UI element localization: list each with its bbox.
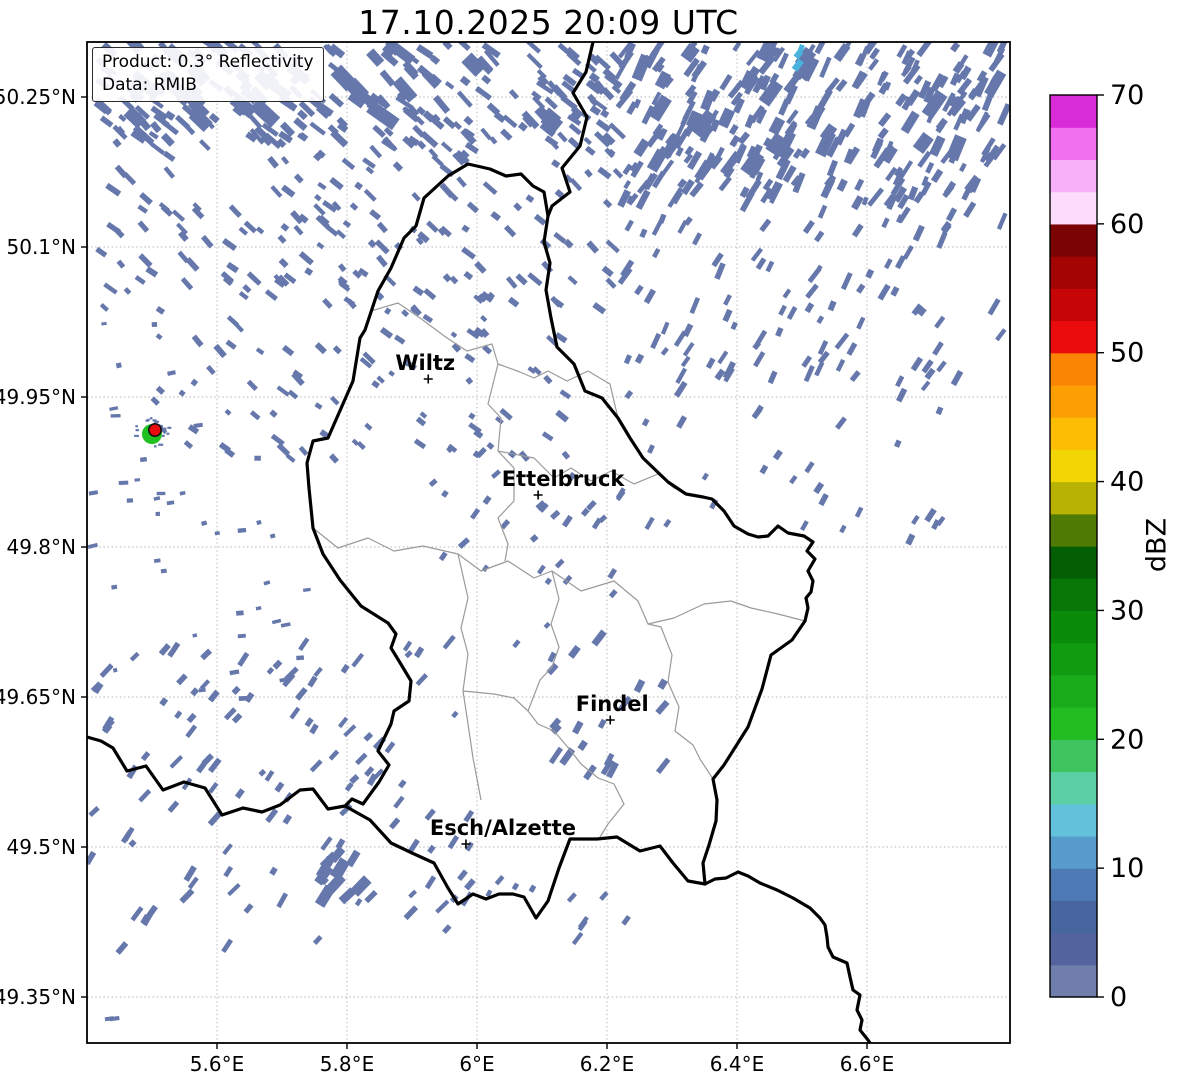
echo-pixel — [160, 568, 167, 574]
colorbar-step — [1050, 223, 1097, 257]
colorbar-step — [1050, 578, 1097, 612]
echo-pixel — [118, 480, 129, 486]
clutter-pixel — [149, 417, 153, 420]
echo-pixel — [155, 511, 161, 517]
echo-pixel — [126, 498, 134, 503]
colorbar-tick-label: 50 — [1110, 338, 1144, 369]
colorbar-unit-label: dBZ — [1141, 517, 1173, 573]
colorbar-tick-label: 10 — [1110, 853, 1144, 884]
echo-pixel — [214, 531, 220, 536]
colorbar-step — [1050, 835, 1097, 869]
plot-background — [87, 42, 1010, 1043]
data-source-label: Data: RMIB — [102, 75, 197, 95]
colorbar-step — [1050, 546, 1097, 579]
y-tick-label: 50.25°N — [0, 85, 76, 109]
colorbar-step — [1050, 803, 1097, 837]
echo-pixel — [115, 362, 122, 369]
clutter-pixel — [154, 445, 157, 448]
colorbar-step — [1050, 352, 1097, 386]
colorbar-step — [1050, 642, 1097, 676]
colorbar-tick-label: 30 — [1110, 595, 1144, 626]
y-tick-label: 49.65°N — [0, 685, 76, 709]
colorbar-tick-label: 70 — [1110, 80, 1144, 111]
colorbar-step — [1050, 868, 1097, 901]
echo-pixel — [156, 491, 166, 496]
clutter-pixel — [152, 419, 157, 422]
x-tick-label: 6.4°E — [710, 1052, 764, 1076]
city-label: Ettelbruck — [502, 467, 626, 491]
radar-figure: 17.10.2025 20:09 UTC Wiltz Ettelbruck Find… — [0, 0, 1184, 1081]
radar-map: Wiltz Ettelbruck Findel Esch/Alzette 5.6°E 5.… — [0, 41, 1144, 1076]
colorbar-step — [1050, 95, 1097, 128]
colorbar: 0 10 20 30 40 50 60 70 — [1049, 80, 1144, 1013]
clutter-pixel — [158, 443, 164, 446]
colorbar-step — [1050, 964, 1097, 998]
y-tick-label: 49.8°N — [7, 535, 77, 559]
city-label: Wiltz — [395, 351, 455, 375]
y-tick-label: 50.1°N — [7, 235, 77, 259]
colorbar-step — [1050, 127, 1097, 161]
clutter-pixel — [162, 427, 167, 430]
colorbar-tick-label: 40 — [1110, 467, 1144, 498]
clutter-pixel — [146, 418, 150, 422]
clutter-pixel — [135, 429, 139, 432]
echo-pixel — [139, 456, 148, 463]
colorbar-tick-label: 60 — [1110, 209, 1144, 240]
echo-pixel — [235, 610, 244, 616]
clutter-pixel — [166, 432, 170, 435]
y-tick-label: 49.95°N — [0, 385, 76, 409]
clutter-pixel — [167, 426, 172, 429]
colorbar-step — [1050, 417, 1097, 450]
echo-pixel — [111, 584, 118, 590]
echo-pixel — [254, 455, 261, 461]
y-tick-label: 49.5°N — [7, 835, 77, 859]
clutter-pixel — [134, 434, 139, 438]
echo-pixel — [110, 414, 121, 418]
colorbar-step — [1050, 610, 1097, 644]
colorbar-step — [1050, 739, 1097, 773]
colorbar-step — [1050, 932, 1097, 966]
colorbar-step — [1050, 288, 1097, 322]
x-tick-label: 5.8°E — [320, 1052, 374, 1076]
clutter-pixel — [135, 425, 138, 428]
colorbar-step — [1050, 707, 1097, 740]
colorbar-step — [1050, 384, 1097, 418]
radar-site-dot — [147, 422, 162, 437]
clutter-pixel — [161, 434, 165, 437]
echo-pixel — [237, 527, 247, 533]
colorbar-step — [1050, 256, 1097, 289]
colorbar-step — [1050, 449, 1097, 483]
colorbar-tick-label: 20 — [1110, 724, 1144, 755]
colorbar-step — [1050, 900, 1097, 934]
colorbar-step — [1050, 159, 1097, 193]
city-label: Findel — [576, 692, 649, 716]
colorbar-step — [1050, 320, 1097, 354]
x-tick-label: 6.2°E — [580, 1052, 634, 1076]
product-info-box: Product: 0.3° Reflectivity Data: RMIB — [92, 47, 324, 102]
y-tick-label: 49.35°N — [0, 985, 76, 1009]
colorbar-step — [1050, 191, 1097, 225]
product-label: Product: 0.3° Reflectivity — [102, 52, 314, 72]
x-tick-label: 6.6°E — [840, 1052, 894, 1076]
echo-pixel — [296, 655, 305, 661]
x-tick-label: 6°E — [459, 1052, 494, 1076]
echo-pixel — [134, 478, 141, 482]
city-label: Esch/Alzette — [430, 816, 576, 840]
echo-pixel — [151, 321, 158, 328]
colorbar-step — [1050, 771, 1097, 805]
x-tick-label: 5.6°E — [190, 1052, 244, 1076]
echo-pixel — [237, 633, 246, 639]
colorbar-tick-label: 0 — [1110, 982, 1127, 1013]
colorbar-step — [1050, 481, 1097, 515]
colorbar-step — [1050, 674, 1097, 708]
colorbar-step — [1050, 513, 1097, 547]
